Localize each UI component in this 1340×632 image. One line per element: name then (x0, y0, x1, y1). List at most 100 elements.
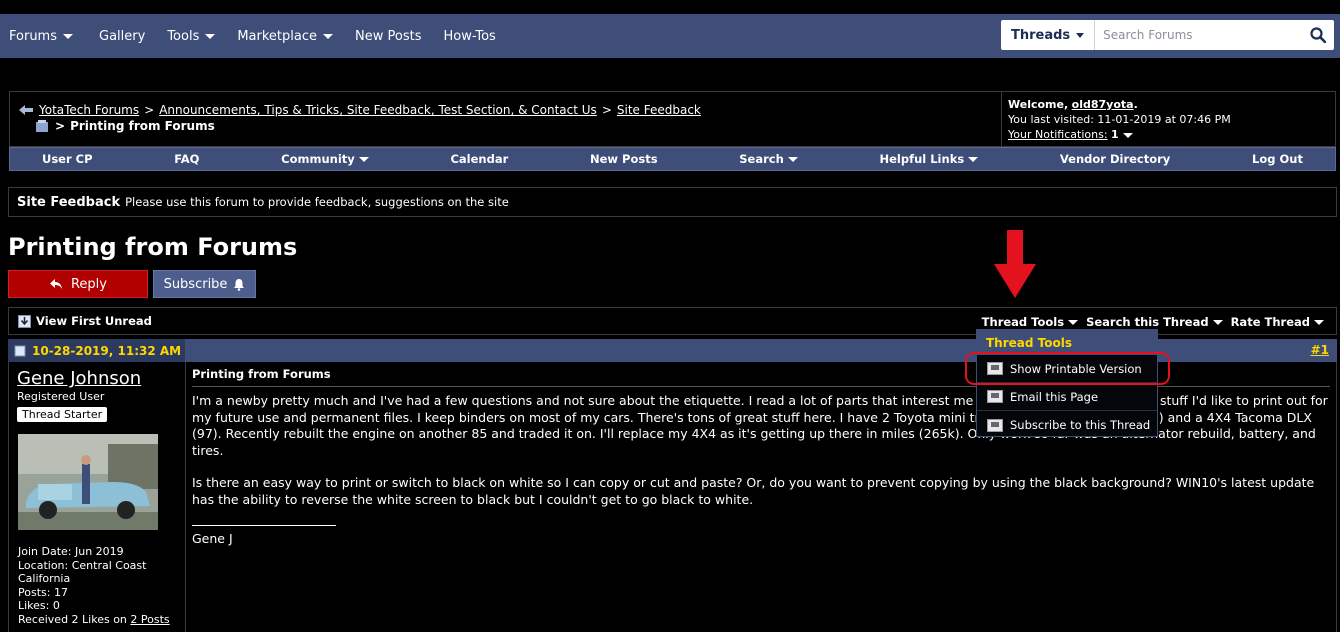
thread-tools-label: Thread Tools (981, 315, 1065, 329)
subnav-label: Vendor Directory (1059, 152, 1171, 166)
email-this-page-item[interactable]: Email this Page (977, 383, 1157, 411)
author-join-date: Join Date: Jun 2019 (18, 545, 124, 558)
chevron-down-icon (1068, 319, 1079, 325)
subscribe-thread-label: Subscribe to this Thread (1010, 418, 1151, 432)
breadcrumb: YotaTech Forums > Announcements, Tips & … (9, 91, 1001, 147)
nav-marketplace-label: Marketplace (237, 28, 318, 44)
subnav-user-cp[interactable]: User CP (42, 152, 93, 166)
thread-tools-menu[interactable]: Thread Tools (981, 315, 1079, 329)
username-link[interactable]: old87yota (1072, 98, 1134, 111)
chevron-down-icon (63, 33, 73, 39)
post-status-icon (14, 345, 26, 356)
nav-how-tos-label: How-Tos (443, 28, 496, 44)
search-button[interactable] (1302, 20, 1334, 50)
post-date: 10-28-2019, 11:32 AM (8, 339, 185, 362)
chevron-down-icon (1314, 319, 1324, 325)
welcome-label: Welcome, (1008, 98, 1069, 111)
search-input[interactable] (1095, 21, 1302, 49)
subnav-label: Helpful Links (879, 152, 965, 166)
bell-icon (234, 278, 245, 291)
avatar[interactable] (18, 434, 158, 530)
breadcrumb-link-home[interactable]: YotaTech Forums (39, 103, 139, 117)
back-arrow-icon[interactable] (18, 104, 34, 116)
subnav-vendor-directory[interactable]: Vendor Directory (1060, 152, 1170, 166)
forum-description-text: Please use this forum to provide feedbac… (125, 195, 509, 209)
thread-icon (36, 120, 48, 132)
subnav-label: User CP (42, 152, 93, 166)
rate-thread-menu[interactable]: Rate Thread (1231, 315, 1324, 329)
author-location: Location: Central Coast (18, 558, 147, 572)
subnav-new-posts[interactable]: New Posts (590, 152, 658, 166)
post-number-link[interactable]: #1 (1311, 343, 1329, 357)
rate-thread-label: Rate Thread (1230, 315, 1310, 329)
author-likes: Likes: 0 (18, 599, 60, 612)
subscribe-thread-item[interactable]: Subscribe to this Thread (977, 411, 1157, 439)
chevron-down-icon (323, 33, 334, 39)
post-paragraph: I'm a newby pretty much and I've had a f… (192, 393, 1328, 458)
subnav-calendar[interactable]: Calendar (450, 152, 508, 166)
breadcrumb-separator: > (55, 119, 66, 133)
breadcrumb-separator: > (144, 103, 155, 117)
nav-gallery[interactable]: Gallery (90, 14, 154, 58)
subnav-helpful-links[interactable]: Helpful Links (880, 152, 979, 166)
author-name-link[interactable]: Gene Johnson (17, 368, 177, 389)
author-stats: Join Date: Jun 2019 Location: Central Co… (18, 545, 170, 626)
forum-description: Site Feedback Please use this forum to p… (8, 187, 1337, 217)
post-signature: Gene J (192, 530, 233, 546)
author-received-posts-link[interactable]: 2 Posts (130, 613, 169, 626)
top-strip (0, 0, 1340, 14)
breadcrumb-separator: > (601, 103, 612, 117)
notifications-link[interactable]: Your Notifications: (1008, 128, 1108, 141)
last-visited-text: You last visited: 11-01-2019 at 07:46 PM (1008, 113, 1231, 126)
nav-new-posts[interactable]: New Posts (346, 14, 430, 58)
subnav-label: FAQ (174, 152, 200, 166)
chevron-down-icon[interactable] (1122, 132, 1133, 138)
page-title: Printing from Forums (8, 233, 298, 261)
subnav-label: Search (739, 152, 784, 166)
signature-divider (192, 524, 336, 526)
nav-tools[interactable]: Tools (158, 14, 224, 58)
welcome-box: Welcome, old87yota. You last visited: 11… (1001, 91, 1336, 147)
nav-forums[interactable]: Forums (0, 14, 82, 58)
post-number: #1 (1311, 343, 1329, 357)
author-title: Registered User (17, 390, 105, 403)
breadcrumb-link-announcements[interactable]: Announcements, Tips & Tricks, Site Feedb… (159, 103, 597, 117)
search-thread-menu[interactable]: Search this Thread (1086, 315, 1223, 329)
subscribe-button[interactable]: Subscribe (153, 270, 256, 298)
nav-tools-label: Tools (167, 28, 200, 44)
subscribe-label: Subscribe (163, 276, 228, 292)
avatar-image (18, 434, 158, 530)
breadcrumb-current: Printing from Forums (70, 119, 215, 133)
forum-name: Site Feedback (17, 194, 121, 210)
email-this-page-label: Email this Page (1010, 389, 1099, 404)
search-bar: Threads (1001, 20, 1334, 50)
thread-starter-badge: Thread Starter (17, 407, 108, 422)
nav-how-tos[interactable]: How-Tos (434, 14, 504, 58)
subnav-community[interactable]: Community (281, 152, 369, 166)
subnav-search[interactable]: Search (739, 152, 798, 166)
nav-forums-label: Forums (9, 28, 57, 44)
nav-gallery-label: Gallery (99, 28, 146, 44)
first-unread-icon (18, 314, 31, 328)
chevron-down-icon (968, 156, 979, 162)
post-author-panel: Gene Johnson Registered User Thread Star… (8, 362, 186, 632)
subnav-label: New Posts (589, 152, 658, 166)
view-first-unread-label: View First Unread (36, 314, 152, 328)
chevron-down-icon (205, 33, 216, 39)
subnav-log-out[interactable]: Log Out (1252, 152, 1303, 166)
sub-navbar: User CP FAQ Community Calendar New Posts… (9, 147, 1336, 171)
subnav-faq[interactable]: FAQ (174, 152, 199, 166)
post-body: Printing from Forums I'm a newby pretty … (186, 362, 1337, 632)
author-received-likes: Received 2 Likes on (18, 612, 127, 626)
subnav-label: Calendar (450, 152, 509, 166)
chevron-down-icon (787, 156, 798, 162)
top-navbar: Forums Gallery Tools Marketplace New Pos… (0, 14, 1340, 58)
nav-marketplace[interactable]: Marketplace (228, 14, 342, 58)
search-scope-select[interactable]: Threads (1001, 20, 1096, 50)
chevron-down-icon (1076, 32, 1085, 38)
breadcrumb-link-site-feedback[interactable]: Site Feedback (617, 103, 701, 117)
red-highlight-annotation (965, 352, 1170, 385)
author-location-line2: California (18, 572, 71, 585)
view-first-unread[interactable]: View First Unread (18, 314, 152, 328)
reply-button[interactable]: Reply (8, 270, 148, 298)
